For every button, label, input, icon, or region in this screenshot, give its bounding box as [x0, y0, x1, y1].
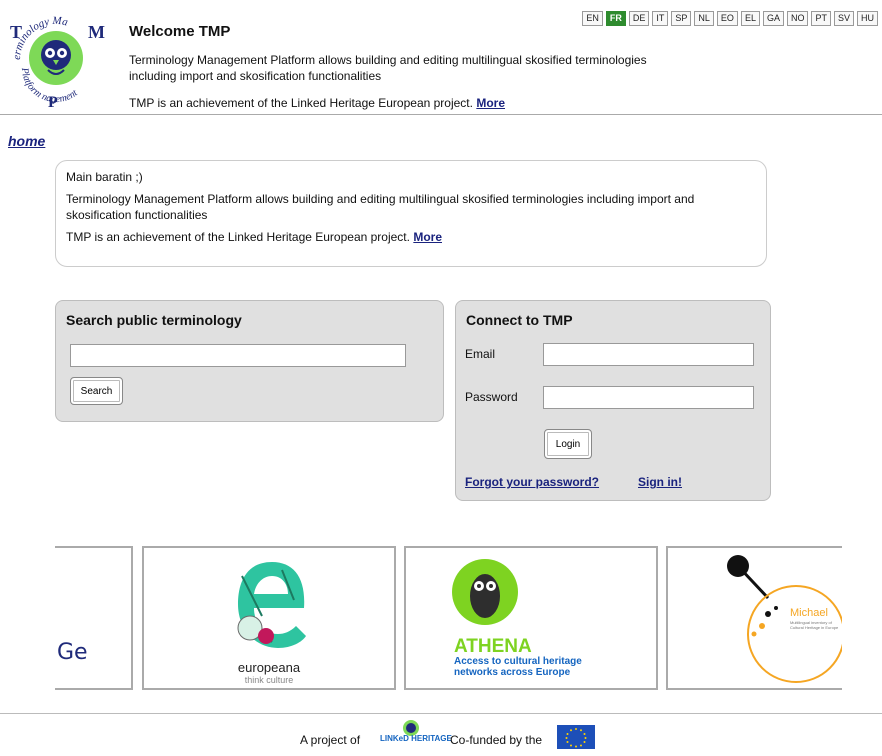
breadcrumb-home-link[interactable]: home: [8, 133, 45, 149]
michael-name: Michael: [790, 607, 828, 619]
email-label: Email: [465, 347, 496, 361]
lang-pt[interactable]: PT: [811, 11, 831, 26]
login-panel: Connect to TMP Email Password Login Forg…: [455, 300, 771, 501]
footer-divider: [0, 713, 882, 714]
linked-heritage-logo-text: LINKeD HERITAGE: [380, 734, 452, 743]
email-field[interactable]: [543, 343, 754, 366]
main-info-box: Main baratin ;) Terminology Management P…: [55, 160, 767, 267]
lang-de[interactable]: DE: [628, 11, 650, 26]
main-heading: Main baratin ;): [66, 170, 143, 184]
login-button[interactable]: Login: [544, 429, 592, 459]
lang-no[interactable]: NO: [786, 11, 809, 26]
search-input[interactable]: [70, 344, 406, 367]
lang-nl[interactable]: NL: [694, 11, 714, 26]
partner-card-linked-heritage[interactable]: Ge: [55, 546, 133, 690]
partner-card-athena[interactable]: ATHENA Access to cultural heritage netwo…: [404, 546, 658, 690]
partner-card-michael[interactable]: Michael Multilingual inventory of Cultur…: [666, 546, 842, 690]
lang-hu[interactable]: HU: [857, 11, 878, 26]
footer-project-of: A project of: [300, 733, 361, 747]
search-button[interactable]: Search: [70, 377, 123, 405]
search-panel-title: Search public terminology: [66, 312, 242, 328]
footer-cofunded: Co-funded by the: [450, 733, 543, 747]
europeana-name: europeana: [237, 660, 301, 675]
lang-fr[interactable]: FR: [605, 11, 626, 26]
lang-sv[interactable]: SV: [833, 11, 854, 26]
lang-en[interactable]: EN: [582, 11, 603, 26]
header-project-text: TMP is an achievement of the Linked Heri…: [129, 96, 473, 110]
partner-card-europeana[interactable]: europeana think culture: [142, 546, 396, 690]
michael-tagline: Multilingual inventory of Cultural Herit…: [790, 620, 839, 630]
main-more-link[interactable]: More: [413, 230, 442, 244]
lang-ga[interactable]: GA: [762, 11, 784, 26]
main-description: Terminology Management Platform allows b…: [66, 192, 695, 222]
header-project-line: TMP is an achievement of the Linked Heri…: [129, 96, 505, 110]
svg-text:P: P: [48, 94, 58, 108]
header-more-link[interactable]: More: [476, 96, 505, 110]
forgot-password-link[interactable]: Forgot your password?: [465, 475, 599, 489]
tmp-owl-logo-icon: erminology Ma Platform nagement T M P: [6, 8, 106, 111]
svg-text:T: T: [10, 22, 22, 42]
search-panel: Search public terminology Search: [55, 300, 444, 422]
athena-tagline-1: Access to cultural heritage: [454, 656, 582, 667]
athena-tagline-2: networks across Europe: [454, 667, 571, 678]
athena-owl-icon: [452, 559, 518, 625]
europeana-logo-icon: [237, 562, 306, 648]
linked-heritage-logo-icon[interactable]: LINKeD HERITAGE: [380, 719, 452, 749]
lang-el[interactable]: EL: [740, 11, 760, 26]
lang-eo[interactable]: EO: [716, 11, 738, 26]
password-field[interactable]: [543, 386, 754, 409]
page-title: Welcome TMP: [129, 23, 231, 40]
partner-fragment-text: Ge: [57, 640, 88, 665]
sign-in-link[interactable]: Sign in!: [638, 475, 682, 489]
lang-sp[interactable]: SP: [671, 11, 692, 26]
lang-it[interactable]: IT: [652, 11, 669, 26]
athena-name: ATHENA: [454, 636, 532, 657]
eu-flag-icon: [557, 725, 595, 752]
main-project-line: TMP is an achievement of the Linked Heri…: [66, 229, 756, 245]
header-description: Terminology Management Platform allows b…: [129, 53, 647, 83]
login-panel-title: Connect to TMP: [466, 312, 573, 328]
svg-text:M: M: [88, 22, 105, 42]
language-selector: EN FR DE IT SP NL EO EL GA NO PT SV HU: [582, 11, 878, 26]
europeana-tagline: think culture: [244, 675, 294, 685]
header-divider: [0, 114, 882, 115]
password-label: Password: [465, 390, 518, 404]
main-project-text: TMP is an achievement of the Linked Heri…: [66, 230, 410, 244]
